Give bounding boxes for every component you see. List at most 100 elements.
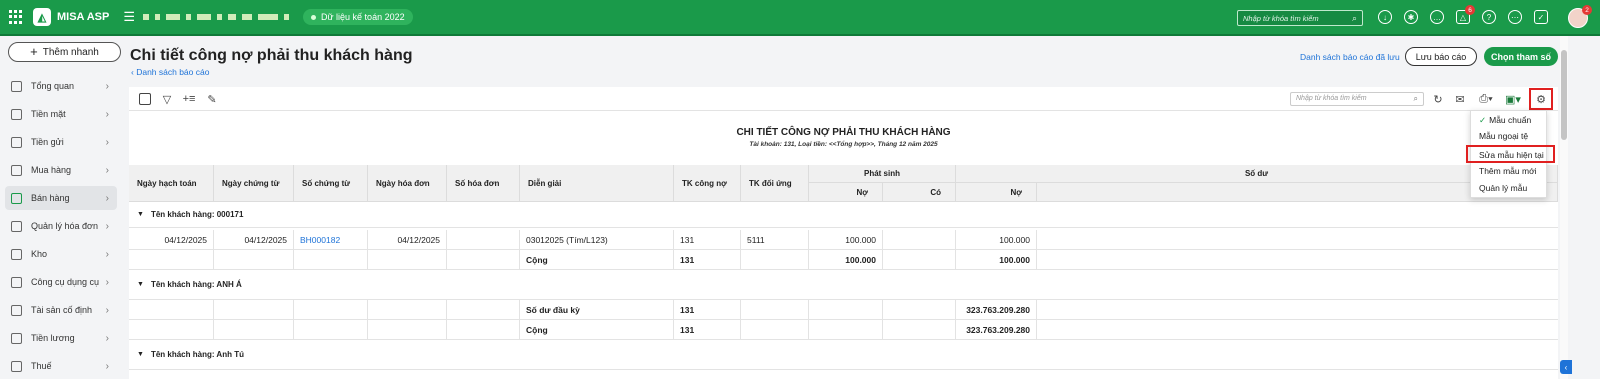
sidebar-item-label: Bán hàng <box>31 193 70 203</box>
group-label: Tên khách hàng: ANH Á <box>150 280 242 289</box>
col-counter-account[interactable]: TK đối ứng <box>741 165 809 202</box>
caret-down-icon[interactable]: ▼ <box>137 281 144 288</box>
sidebar-item-overview[interactable]: Tổng quan › <box>5 74 117 98</box>
chevron-right-icon: › <box>105 108 109 120</box>
filter-icon[interactable]: ▽ <box>160 92 174 106</box>
page-title: Chi tiết công nợ phải thu khách hàng <box>130 47 413 64</box>
cell-balance-debit: 100.000 <box>956 230 1037 250</box>
chevron-right-icon: › <box>105 276 109 288</box>
mail-icon[interactable]: ✉ <box>1453 92 1467 106</box>
table-row-total[interactable]: Cộng 131 323.763.209.280 <box>129 320 1558 340</box>
sidebar-item-tools[interactable]: Công cụ dụng cụ › <box>5 270 117 294</box>
col-doc-no[interactable]: Số chứng từ <box>294 165 368 202</box>
sidebar-item-deposit[interactable]: Tiền gửi › <box>5 130 117 154</box>
help-icon[interactable]: ? <box>1482 10 1496 24</box>
chevron-right-icon: › <box>105 220 109 232</box>
col-arising[interactable]: Phát sinh <box>809 165 956 183</box>
report-search-input[interactable]: Nhập từ khóa tìm kiếm ⌕ <box>1290 92 1424 106</box>
table-row[interactable]: 04/12/2025 04/12/2025 BH000182 04/12/202… <box>129 230 1558 250</box>
save-report-button[interactable]: Lưu báo cáo <box>1405 47 1477 66</box>
col-balance-debit[interactable]: Nợ <box>956 183 1037 202</box>
caret-down-icon[interactable]: ▼ <box>137 351 144 358</box>
bank-icon <box>11 136 22 148</box>
sidebar-item-label: Mua hàng <box>31 165 72 175</box>
table-row[interactable]: Số dư đầu kỳ 131 323.763.209.280 <box>129 300 1558 320</box>
group-row[interactable]: ▼ Tên khách hàng: ANH Á <box>129 270 1558 300</box>
menu-item-add-new-template[interactable]: Thêm mẫu mới <box>1479 166 1537 176</box>
user-avatar[interactable]: 2 <box>1568 5 1592 28</box>
report-table: Ngày hạch toán Ngày chứng từ Số chứng từ… <box>129 165 1558 379</box>
menu-item-foreign-currency-template[interactable]: Mẫu ngoại tệ <box>1479 131 1528 141</box>
plus-icon: + <box>30 44 38 59</box>
group-row[interactable]: ▼ Tên khách hàng: Anh Tú <box>129 340 1558 370</box>
sidebar-item-label: Tiền gửi <box>31 137 64 147</box>
sidebar-item-label: Công cụ dụng cụ <box>31 277 100 287</box>
brand-name: MISA ASP <box>57 11 110 23</box>
sidebar-item-cash[interactable]: Tiền mặt › <box>5 102 117 126</box>
select-params-button[interactable]: Chọn tham số <box>1484 47 1558 66</box>
group-row[interactable]: ▼ Tên khách hàng: 000171 <box>129 202 1558 228</box>
chevron-right-icon: › <box>105 332 109 344</box>
back-to-reports-link[interactable]: ‹ Danh sách báo cáo <box>131 67 209 77</box>
check-icon: ✓ <box>1479 115 1487 125</box>
quick-add-button[interactable]: + Thêm nhanh <box>8 42 121 62</box>
refresh-icon[interactable]: ↻ <box>1431 92 1445 106</box>
report-search-placeholder: Nhập từ khóa tìm kiếm <box>1296 95 1367 102</box>
apps-grid-icon[interactable] <box>9 10 23 24</box>
menu-item-standard-template[interactable]: ✓ Mẫu chuẩn <box>1479 115 1531 126</box>
edit-icon[interactable]: ✎ <box>205 92 219 106</box>
bell-icon[interactable]: △ 6 <box>1456 5 1475 24</box>
sidebar-item-purchase[interactable]: Mua hàng › <box>5 158 117 182</box>
cell-debt-account: 131 <box>674 230 741 250</box>
menu-icon[interactable]: ☰ <box>123 9 135 25</box>
search-icon[interactable]: ⌕ <box>1414 94 1418 104</box>
sidebar-item-payroll[interactable]: Tiền lương › <box>5 326 117 350</box>
chat-icon[interactable]: … <box>1430 10 1444 24</box>
col-invoice-date[interactable]: Ngày hóa đơn <box>368 165 447 202</box>
chevron-right-icon: › <box>105 248 109 260</box>
sidebar-item-sales[interactable]: Bán hàng › <box>5 186 117 210</box>
menu-item-manage-templates[interactable]: Quản lý mẫu <box>1479 183 1527 193</box>
col-arising-debit[interactable]: Nợ <box>809 183 883 202</box>
insert-column-icon[interactable]: +≡ <box>182 92 196 106</box>
print-icon[interactable]: ⎙▾ <box>1476 92 1496 106</box>
excel-icon[interactable]: ▣▾ <box>1503 92 1523 106</box>
collapse-panel-icon[interactable]: ‹ <box>1560 360 1572 374</box>
global-search-placeholder: Nhập từ khóa tìm kiếm <box>1243 14 1319 23</box>
cell-doc-no-link[interactable]: BH000182 <box>294 230 368 250</box>
cell-arising-credit <box>883 230 956 250</box>
scrollbar-thumb[interactable] <box>1561 50 1567 140</box>
cell-invoice-no <box>447 230 520 250</box>
collapse-icon[interactable] <box>138 92 152 106</box>
sidebar-item-label: Tài sản cố định <box>31 305 93 315</box>
col-doc-date[interactable]: Ngày chứng từ <box>214 165 294 202</box>
saved-reports-link[interactable]: Danh sách báo cáo đã lưu <box>1300 52 1400 62</box>
caret-down-icon[interactable]: ▼ <box>137 211 144 218</box>
cell-arising-debit: 100.000 <box>809 250 883 270</box>
quick-add-label: Thêm nhanh <box>42 46 99 58</box>
col-posting-date[interactable]: Ngày hạch toán <box>129 165 214 202</box>
col-description[interactable]: Diễn giải <box>520 165 674 202</box>
gear-icon[interactable]: ✱ <box>1404 10 1418 24</box>
global-search-input[interactable]: Nhập từ khóa tìm kiếm ⌕ <box>1237 10 1363 26</box>
settings-icon[interactable]: ⚙ <box>1529 88 1553 110</box>
col-arising-credit[interactable]: Có <box>883 183 956 202</box>
sidebar-item-invoices[interactable]: Quản lý hóa đơn › <box>5 214 117 238</box>
inbox-icon[interactable]: ✓ <box>1534 10 1548 24</box>
vertical-scrollbar[interactable] <box>1560 36 1568 379</box>
more-icon[interactable]: ⋯ <box>1508 10 1522 24</box>
sidebar-item-tax[interactable]: Thuế › <box>5 354 117 378</box>
cell-description: 03012025 (Tím/L123) <box>520 230 674 250</box>
data-year-pill[interactable]: Dữ liệu kế toán 2022 <box>303 9 413 25</box>
col-balance[interactable]: Số dư <box>956 165 1558 183</box>
table-row-total[interactable]: Cộng 131 100.000 100.000 <box>129 250 1558 270</box>
download-icon[interactable]: ↓ <box>1378 10 1392 24</box>
col-debt-account[interactable]: TK công nợ <box>674 165 741 202</box>
col-invoice-no[interactable]: Số hóa đơn <box>447 165 520 202</box>
report-panel: ▽ +≡ ✎ Nhập từ khóa tìm kiếm ⌕ ↻ ✉ ⎙▾ ▣▾… <box>129 87 1558 379</box>
sidebar-item-warehouse[interactable]: Kho › <box>5 242 117 266</box>
cell-doc-date: 04/12/2025 <box>214 230 294 250</box>
sidebar-item-label: Thuế <box>31 361 52 371</box>
sidebar-item-fixed-assets[interactable]: Tài sản cố định › <box>5 298 117 322</box>
search-icon[interactable]: ⌕ <box>1352 13 1357 24</box>
